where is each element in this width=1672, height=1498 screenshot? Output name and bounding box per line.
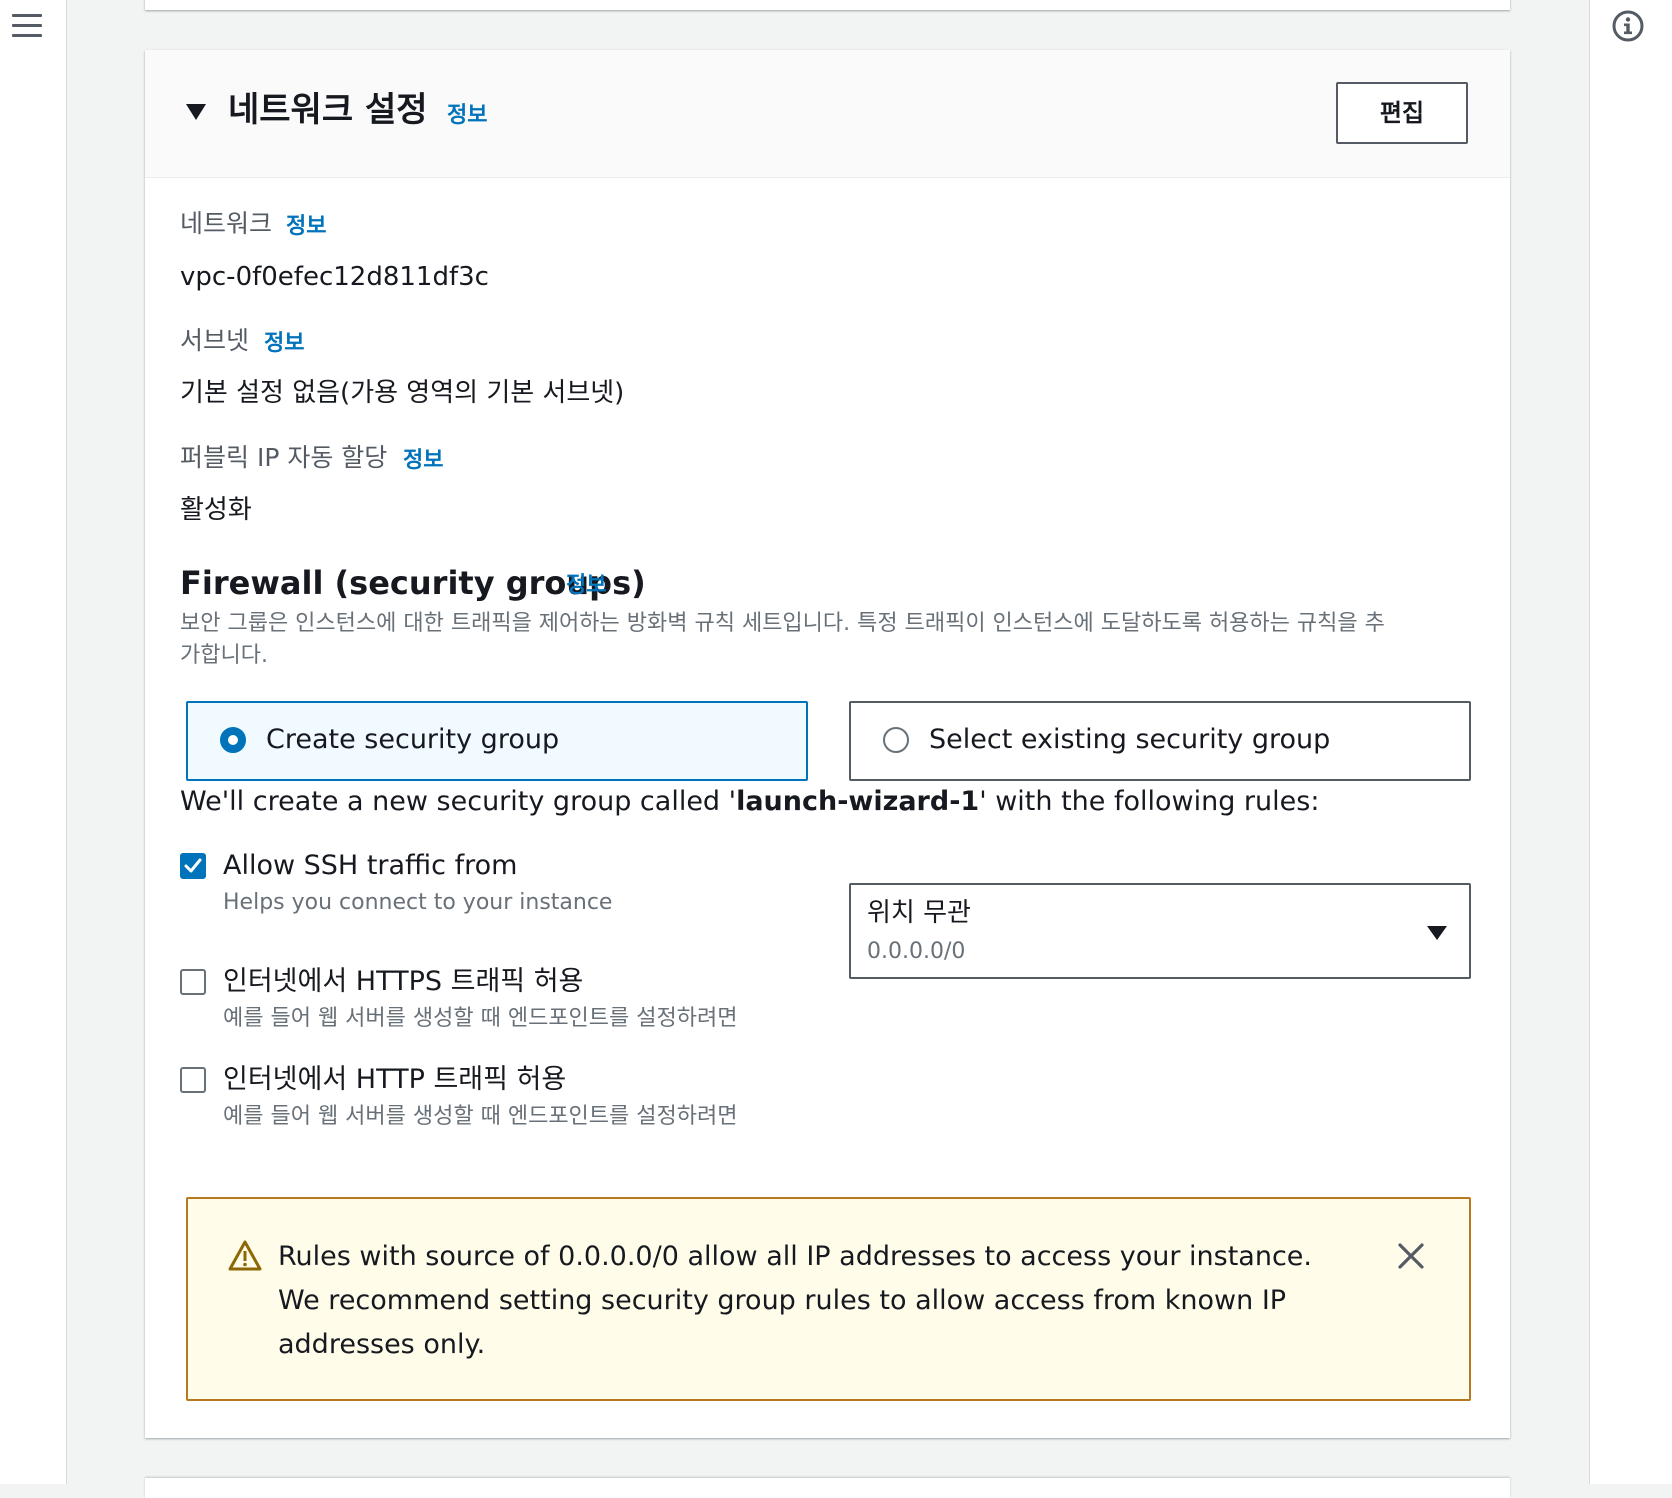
open-source-warning-alert: Rules with source of 0.0.0.0/0 allow all… (186, 1197, 1471, 1401)
allow-ssh-checkbox[interactable] (180, 853, 206, 879)
close-icon[interactable] (1396, 1241, 1426, 1271)
select-existing-security-group-label: Select existing security group (929, 724, 1331, 755)
info-circle-icon[interactable] (1611, 9, 1645, 43)
next-section-panel (145, 1478, 1510, 1498)
checkmark-icon (184, 858, 202, 873)
right-tools-rail (1589, 0, 1672, 1484)
firewall-info-link[interactable]: 정보 (566, 570, 606, 602)
public-ip-label: 퍼블릭 IP 자동 할당 (180, 443, 388, 472)
warning-triangle-icon (228, 1240, 262, 1271)
allow-ssh-label[interactable]: Allow SSH traffic from (223, 849, 517, 883)
allow-http-description: 예를 들어 웹 서버를 생성할 때 엔드포인트를 설정하려면 (223, 1104, 738, 1129)
previous-section-panel (145, 0, 1510, 10)
section-info-link[interactable]: 정보 (447, 102, 487, 130)
subnet-info-link[interactable]: 정보 (264, 328, 304, 360)
create-security-group-label: Create security group (266, 724, 560, 755)
radio-selected-icon[interactable] (220, 727, 246, 753)
security-group-name: launch-wizard-1 (736, 786, 980, 817)
hamburger-menu-icon[interactable] (12, 14, 42, 40)
network-info-link[interactable]: 정보 (286, 211, 326, 243)
rules-intro-text: We'll create a new security group called… (180, 785, 1319, 819)
public-ip-info-link[interactable]: 정보 (403, 445, 443, 477)
network-value: vpc-0f0efec12d811df3c (180, 262, 489, 292)
radio-unselected-icon[interactable] (883, 727, 909, 753)
edit-button[interactable]: 편집 (1336, 82, 1468, 144)
subnet-value: 기본 설정 없음(가용 영역의 기본 서브넷) (180, 378, 625, 408)
allow-ssh-description: Helps you connect to your instance (223, 890, 613, 915)
allow-https-checkbox[interactable] (180, 969, 206, 995)
collapse-caret-icon[interactable] (186, 104, 206, 120)
panel-header: 네트워크 설정 정보 편집 (145, 50, 1510, 178)
create-security-group-option[interactable]: Create security group (186, 701, 808, 781)
rules-intro-prefix: We'll create a new security group called… (180, 786, 737, 817)
ssh-source-selected-value: 위치 무관 (867, 898, 971, 928)
public-ip-value: 활성화 (180, 495, 252, 525)
ssh-source-select[interactable]: 위치 무관 0.0.0.0/0 (849, 883, 1471, 979)
network-label: 네트워크 (180, 209, 273, 238)
firewall-description: 보안 그룹은 인스턴스에 대한 트래픽을 제어하는 방화벽 규칙 세트입니다. … (180, 611, 1385, 668)
allow-https-description: 예를 들어 웹 서버를 생성할 때 엔드포인트를 설정하려면 (223, 1006, 738, 1031)
rules-intro-suffix: ' with the following rules: (979, 786, 1320, 817)
ssh-source-cidr: 0.0.0.0/0 (867, 939, 966, 964)
allow-http-label[interactable]: 인터넷에서 HTTP 트래픽 허용 (223, 1063, 566, 1097)
left-navigation-rail (0, 0, 67, 1484)
chevron-down-icon (1427, 926, 1447, 940)
allow-http-checkbox[interactable] (180, 1067, 206, 1093)
select-existing-security-group-option[interactable]: Select existing security group (849, 701, 1471, 781)
warning-text: Rules with source of 0.0.0.0/0 allow all… (278, 1241, 1312, 1360)
allow-https-label[interactable]: 인터넷에서 HTTPS 트래픽 허용 (223, 965, 583, 999)
section-title: 네트워크 설정 (228, 90, 428, 130)
subnet-label: 서브넷 (180, 326, 250, 355)
